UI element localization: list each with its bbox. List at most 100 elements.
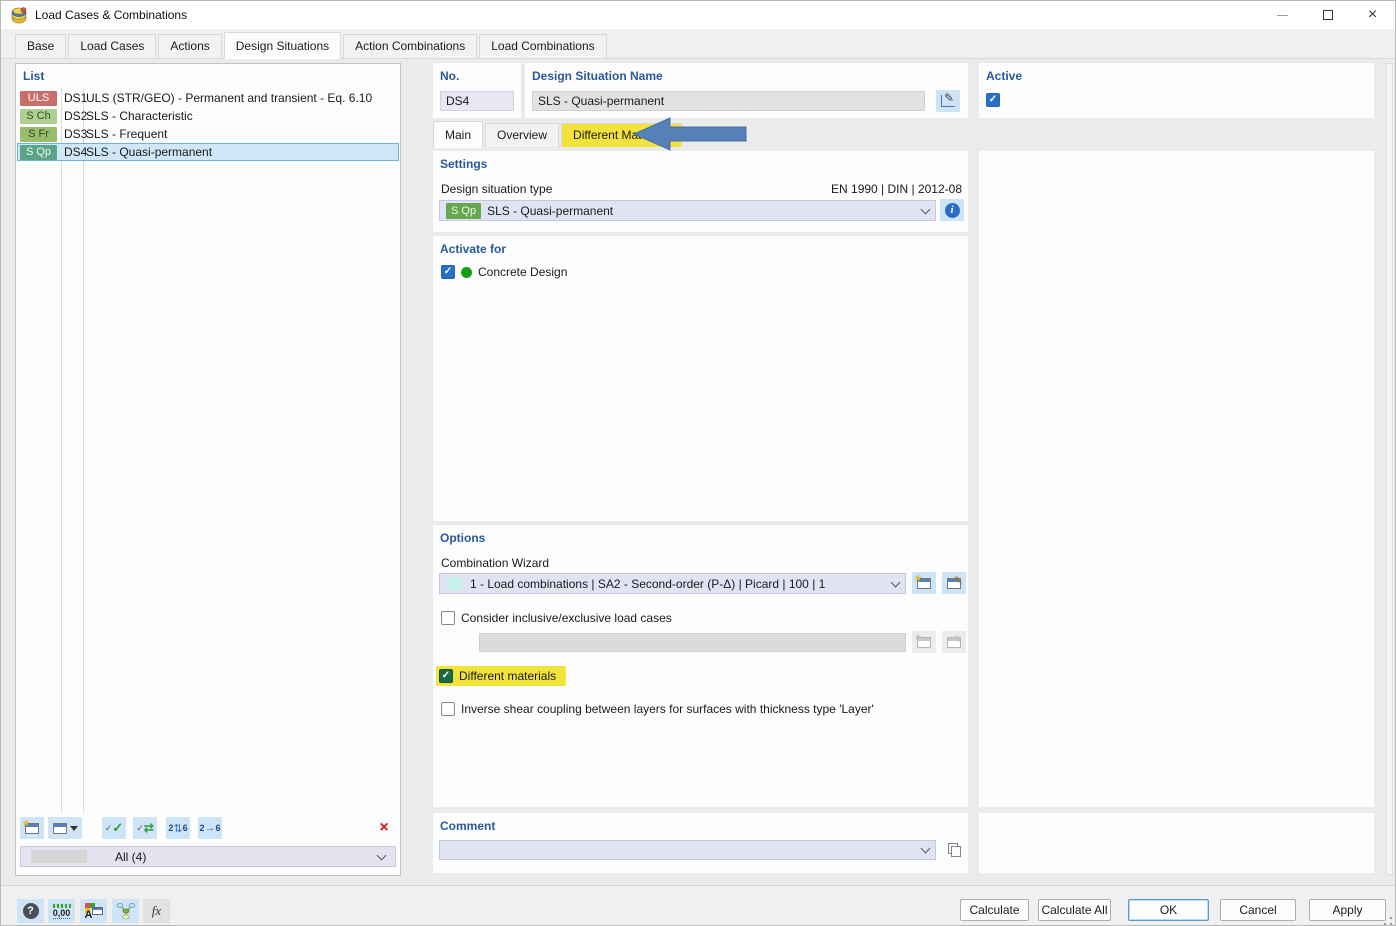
minimize-button[interactable] — [1260, 1, 1305, 29]
maximize-icon — [1323, 10, 1333, 20]
list-toolbar: ★ ✓ ✓ ✓ ⇄ 2 ⇅ 6 — [20, 817, 396, 841]
situation-type-badge: S Qp — [446, 203, 481, 219]
concrete-design-dot-icon — [461, 267, 472, 278]
copy-design-situation-button[interactable] — [48, 817, 82, 839]
list-item-ds4-selected[interactable]: S Qp DS4 SLS - Quasi-permanent — [17, 143, 399, 161]
concrete-design-checkbox[interactable]: ✓ — [441, 265, 455, 279]
ok-button[interactable]: OK — [1128, 899, 1209, 921]
edit-combination-wizard-button[interactable]: ✎ — [942, 572, 966, 594]
copy-comment-button[interactable] — [942, 839, 966, 861]
select-all-button[interactable]: ✓ ✓ — [102, 817, 126, 839]
different-materials-row[interactable]: ✓ Different materials — [436, 666, 566, 686]
combination-wizard-label: Combination Wizard — [441, 556, 549, 570]
annotation-arrow — [634, 117, 748, 151]
list-item-ds2[interactable]: S Ch DS2 SLS - Characteristic — [17, 107, 399, 125]
renumber-button[interactable]: 2 ⇅ 6 — [166, 817, 190, 839]
list-item-number: DS4 — [57, 145, 80, 159]
column-divider — [83, 88, 84, 812]
swap-arrows-icon: ⇄ — [144, 821, 154, 835]
no-label: No. — [440, 69, 459, 83]
formula-button[interactable]: fx — [143, 899, 170, 923]
delete-design-situation-button[interactable]: × — [372, 817, 396, 839]
tree-diagram-icon — [116, 902, 136, 920]
preview-panel — [979, 151, 1374, 807]
tab-actions[interactable]: Actions — [158, 34, 221, 58]
tab-design-situations[interactable]: Design Situations — [224, 32, 341, 59]
tab-load-combinations[interactable]: Load Combinations — [479, 34, 606, 58]
inclusive-exclusive-field-disabled — [479, 633, 906, 652]
comment-section: Comment — [433, 813, 968, 873]
tab-overview[interactable]: Overview — [485, 123, 559, 147]
inverse-shear-label: Inverse shear coupling between layers fo… — [461, 702, 874, 716]
tab-main[interactable]: Main — [433, 121, 483, 148]
dialog-content: List ULS DS1 ULS (STR/GEO) - Permanent a… — [1, 59, 1396, 885]
resize-grip[interactable] — [1383, 916, 1393, 926]
list-item-number: DS2 — [57, 109, 80, 123]
calculate-button[interactable]: Calculate — [960, 899, 1029, 921]
no-field[interactable]: DS4 — [440, 91, 514, 111]
list-grid[interactable]: ULS DS1 ULS (STR/GEO) - Permanent and tr… — [17, 88, 399, 812]
inclusive-exclusive-checkbox[interactable] — [441, 611, 455, 625]
list-item-ds1[interactable]: ULS DS1 ULS (STR/GEO) - Permanent and tr… — [17, 89, 399, 107]
standard-label: EN 1990 | DIN | 2012-08 — [831, 182, 962, 196]
list-filter-dropdown[interactable]: All (4) — [20, 846, 396, 867]
relationship-diagram-button[interactable] — [112, 899, 139, 923]
concrete-design-row[interactable]: ✓ Concrete Design — [441, 265, 567, 279]
star-icon: ★ — [22, 818, 30, 829]
rename-button[interactable]: ✎ — [936, 90, 960, 112]
display-settings-button[interactable]: A — [80, 899, 107, 923]
dialog-footer: ? 0,00 A — [1, 885, 1395, 926]
tab-base[interactable]: Base — [15, 34, 66, 58]
design-situation-name-label: Design Situation Name — [532, 69, 663, 83]
list-item-name: SLS - Characteristic — [80, 109, 193, 123]
question-icon: ? — [23, 903, 39, 919]
design-situation-name-field[interactable]: SLS - Quasi-permanent — [532, 91, 925, 111]
help-button[interactable]: ? — [17, 899, 44, 923]
new-window-icon: ★ — [25, 823, 39, 834]
check-icon: ✓ — [442, 671, 450, 681]
delete-x-icon: × — [379, 820, 388, 836]
new-window-icon: ★ — [917, 578, 931, 589]
maximize-button[interactable] — [1305, 1, 1350, 29]
list-item-name: SLS - Quasi-permanent — [80, 145, 212, 159]
minimize-icon — [1277, 15, 1288, 16]
design-situation-name-value: SLS - Quasi-permanent — [538, 94, 664, 108]
cancel-button[interactable]: Cancel — [1220, 899, 1296, 921]
situation-type-value: SLS - Quasi-permanent — [487, 204, 613, 218]
load-cases-combinations-dialog: Load Cases & Combinations × Base Load Ca… — [0, 0, 1396, 926]
calculate-all-button[interactable]: Calculate All — [1038, 899, 1111, 921]
list-item-name: SLS - Frequent — [80, 127, 167, 141]
active-label: Active — [986, 69, 1022, 83]
situation-type-badge: S Fr — [20, 127, 57, 142]
combination-wizard-dropdown[interactable]: 1 - Load combinations | SA2 - Second-ord… — [439, 573, 906, 594]
settings-section: Settings Design situation type EN 1990 |… — [433, 151, 968, 232]
design-situation-type-dropdown[interactable]: S Qp SLS - Quasi-permanent — [439, 200, 936, 221]
inclusive-exclusive-row[interactable]: Consider inclusive/exclusive load cases — [441, 611, 672, 625]
list-item-number: DS3 — [57, 127, 80, 141]
list-item-number: DS1 — [57, 91, 80, 105]
close-icon: × — [1368, 7, 1377, 23]
close-button[interactable]: × — [1350, 1, 1395, 29]
options-header: Options — [440, 531, 485, 545]
different-materials-checkbox[interactable]: ✓ — [439, 669, 453, 683]
comment-dropdown[interactable] — [439, 840, 936, 860]
tab-load-cases[interactable]: Load Cases — [68, 34, 156, 58]
info-button[interactable]: i — [940, 199, 964, 221]
active-checkbox[interactable]: ✓ — [986, 93, 1000, 107]
situation-type-badge: ULS — [20, 91, 57, 106]
new-combination-wizard-button[interactable]: ★ — [912, 572, 936, 594]
new-design-situation-button[interactable]: ★ — [20, 817, 44, 839]
activate-for-header: Activate for — [440, 242, 506, 256]
inverse-shear-row[interactable]: Inverse shear coupling between layers fo… — [441, 702, 874, 716]
renumber-sequence-button[interactable]: 2 → 6 — [198, 817, 222, 839]
number-6: 6 — [183, 823, 188, 833]
inverse-shear-checkbox[interactable] — [441, 702, 455, 716]
tab-action-combinations[interactable]: Action Combinations — [343, 34, 477, 58]
apply-button[interactable]: Apply — [1309, 899, 1386, 921]
edit-window-icon: ✎ — [947, 578, 961, 589]
invert-selection-button[interactable]: ✓ ⇄ — [133, 817, 157, 839]
no-value: DS4 — [446, 94, 469, 108]
check-icon: ✓ — [989, 95, 997, 105]
list-item-ds3[interactable]: S Fr DS3 SLS - Frequent — [17, 125, 399, 143]
decimal-places-button[interactable]: 0,00 — [48, 899, 75, 923]
